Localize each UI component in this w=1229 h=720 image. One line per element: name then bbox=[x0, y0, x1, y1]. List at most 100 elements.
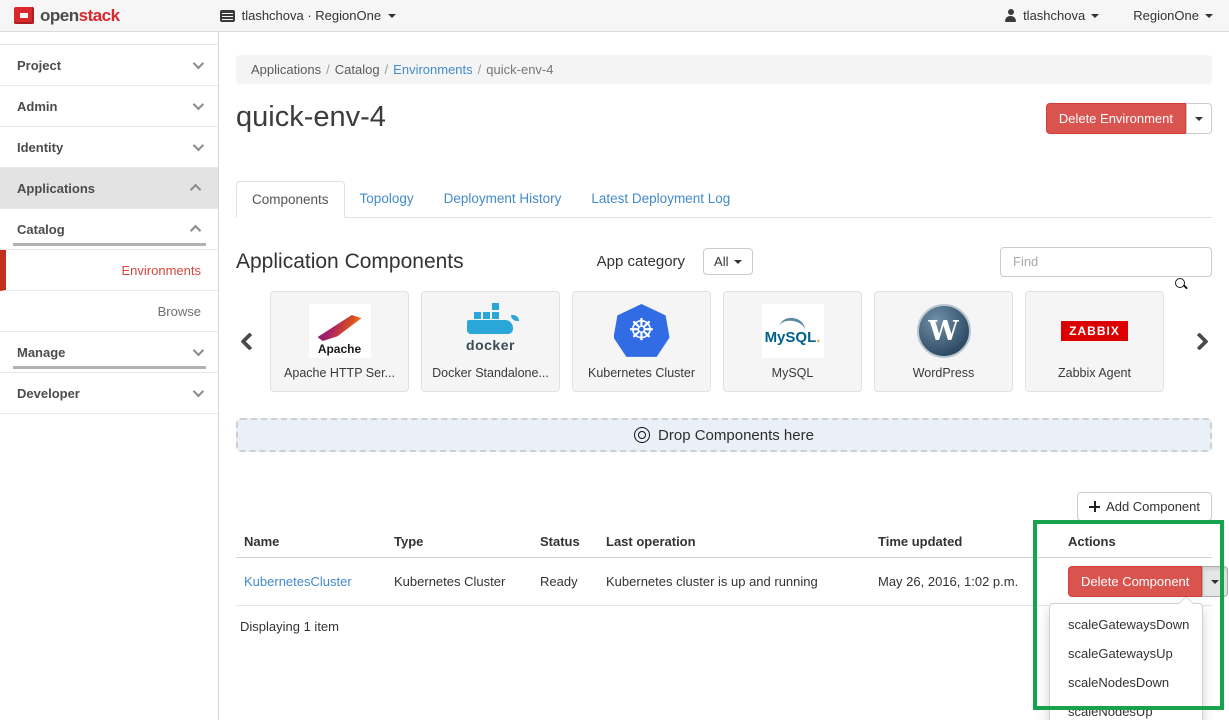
kubernetes-logo-icon: ☸ bbox=[614, 303, 670, 359]
carousel-next-button[interactable] bbox=[1186, 291, 1212, 392]
add-component-button[interactable]: Add Component bbox=[1077, 492, 1212, 521]
sidebar-item-label: Environments bbox=[122, 263, 201, 278]
page-header: quick-env-4 Delete Environment bbox=[236, 100, 1212, 134]
openstack-wordmark: openstack bbox=[40, 6, 120, 26]
component-time-updated: May 26, 2016, 1:02 p.m. bbox=[870, 558, 1060, 606]
wordpress-logo-icon: W bbox=[917, 303, 971, 359]
caret-down-icon bbox=[1091, 14, 1099, 18]
page: openstack tlashchova · RegionOne tlashch… bbox=[0, 0, 1229, 720]
caret-down-icon bbox=[1195, 117, 1203, 121]
caret-down-icon bbox=[1205, 14, 1213, 18]
caret-down-icon bbox=[388, 14, 396, 18]
component-card-zabbix[interactable]: ZABBIX Zabbix Agent bbox=[1025, 291, 1164, 392]
component-card-apache[interactable]: Apache Apache HTTP Ser... bbox=[270, 291, 409, 392]
apache-logo-icon: Apache bbox=[309, 303, 371, 359]
add-component-row: Add Component bbox=[236, 492, 1212, 521]
project-region-switcher[interactable]: tlashchova · RegionOne bbox=[220, 8, 396, 23]
sidebar-item-catalog[interactable]: Catalog bbox=[0, 209, 218, 250]
chevron-down-icon bbox=[193, 345, 204, 356]
sidebar-item-browse[interactable]: Browse bbox=[0, 291, 218, 332]
card-label: MySQL bbox=[772, 366, 814, 380]
user-menu-label: tlashchova bbox=[1023, 8, 1085, 23]
app-category-value: All bbox=[714, 254, 728, 269]
sidebar-item-applications[interactable]: Applications bbox=[0, 168, 218, 209]
components-carousel: Apache Apache HTTP Ser... docker Docker … bbox=[236, 291, 1212, 392]
tab-latest-deployment-log[interactable]: Latest Deployment Log bbox=[576, 181, 745, 218]
menu-item-scale-gateways-up[interactable]: scaleGatewaysUp bbox=[1050, 639, 1202, 668]
tab-deployment-history[interactable]: Deployment History bbox=[429, 181, 577, 218]
chevron-up-icon bbox=[190, 184, 201, 195]
chevron-down-icon bbox=[193, 58, 204, 69]
chevron-right-icon bbox=[1190, 332, 1208, 350]
sidebar-item-label: Project bbox=[17, 58, 61, 73]
component-card-mysql[interactable]: MySQL. MySQL bbox=[723, 291, 862, 392]
sidebar-item-label: Applications bbox=[17, 181, 95, 196]
sidebar-item-label: Manage bbox=[17, 345, 65, 360]
card-label: Kubernetes Cluster bbox=[588, 366, 695, 380]
section-title: Application Components bbox=[236, 250, 464, 274]
component-last-operation: Kubernetes cluster is up and running bbox=[598, 558, 870, 606]
delete-environment-button[interactable]: Delete Environment bbox=[1046, 103, 1186, 134]
zabbix-logo-icon: ZABBIX bbox=[1061, 303, 1128, 359]
sidebar-item-label: Developer bbox=[17, 386, 80, 401]
tab-components[interactable]: Components bbox=[236, 181, 345, 218]
project-region-label: tlashchova · RegionOne bbox=[242, 8, 381, 23]
chevron-down-icon bbox=[193, 386, 204, 397]
table-row: KubernetesCluster Kubernetes Cluster Rea… bbox=[236, 558, 1212, 606]
mysql-logo-icon: MySQL. bbox=[762, 303, 824, 359]
col-header-name: Name bbox=[236, 526, 386, 558]
menu-item-scale-nodes-up[interactable]: scaleNodesUp bbox=[1050, 697, 1202, 720]
docker-logo-icon: docker bbox=[466, 303, 515, 359]
user-menu[interactable]: tlashchova bbox=[1004, 8, 1099, 23]
find-input[interactable] bbox=[1000, 247, 1212, 277]
component-card-docker[interactable]: docker Docker Standalone... bbox=[421, 291, 560, 392]
sidebar-item-manage[interactable]: Manage bbox=[0, 332, 218, 373]
drop-components-zone[interactable]: Drop Components here bbox=[236, 418, 1212, 452]
sidebar-item-identity[interactable]: Identity bbox=[0, 127, 218, 168]
sidebar-item-developer[interactable]: Developer bbox=[0, 373, 218, 414]
menu-pointer bbox=[1179, 597, 1193, 604]
sidebar-item-environments[interactable]: Environments bbox=[0, 250, 218, 291]
sidebar-item-label: Catalog bbox=[17, 222, 65, 237]
openstack-logo[interactable]: openstack bbox=[0, 6, 120, 26]
carousel-cards: Apache Apache HTTP Ser... docker Docker … bbox=[270, 291, 1178, 392]
delete-environment-dropdown-toggle[interactable] bbox=[1186, 103, 1212, 134]
chevron-down-icon bbox=[193, 140, 204, 151]
components-table: Name Type Status Last operation Time upd… bbox=[236, 526, 1212, 606]
region-menu[interactable]: RegionOne bbox=[1133, 8, 1213, 23]
col-header-type: Type bbox=[386, 526, 532, 558]
search-row bbox=[236, 277, 1212, 291]
sidebar-item-project[interactable]: Project bbox=[0, 45, 218, 86]
sidebar-item-label: Admin bbox=[17, 99, 57, 114]
page-title: quick-env-4 bbox=[236, 100, 386, 134]
col-header-last-operation: Last operation bbox=[598, 526, 870, 558]
component-actions-dropdown-toggle[interactable] bbox=[1202, 566, 1228, 597]
col-header-status: Status bbox=[532, 526, 598, 558]
breadcrumb-environments-link[interactable]: Environments bbox=[393, 62, 472, 77]
component-actions-menu: scaleGatewaysDown scaleGatewaysUp scaleN… bbox=[1049, 603, 1203, 720]
table-header-row: Name Type Status Last operation Time upd… bbox=[236, 526, 1212, 558]
component-name-link[interactable]: KubernetesCluster bbox=[244, 574, 352, 589]
component-card-wordpress[interactable]: W WordPress bbox=[874, 291, 1013, 392]
tab-topology[interactable]: Topology bbox=[345, 181, 429, 218]
component-actions: Delete Component scaleGatewaysDown scale… bbox=[1068, 566, 1204, 597]
menu-item-scale-nodes-down[interactable]: scaleNodesDown bbox=[1050, 668, 1202, 697]
component-type: Kubernetes Cluster bbox=[386, 558, 532, 606]
openstack-cube-icon bbox=[14, 7, 34, 24]
component-card-kubernetes[interactable]: ☸ Kubernetes Cluster bbox=[572, 291, 711, 392]
caret-down-icon bbox=[734, 260, 742, 264]
add-component-label: Add Component bbox=[1106, 499, 1200, 514]
delete-component-button[interactable]: Delete Component bbox=[1068, 566, 1202, 597]
app-category-dropdown[interactable]: All bbox=[703, 248, 753, 275]
sidebar: Project Admin Identity Applications Cata… bbox=[0, 32, 219, 720]
sidebar-item-admin[interactable]: Admin bbox=[0, 86, 218, 127]
menu-item-scale-gateways-down[interactable]: scaleGatewaysDown bbox=[1050, 610, 1202, 639]
target-icon bbox=[634, 427, 650, 443]
card-label: Docker Standalone... bbox=[432, 366, 549, 380]
search-icon[interactable] bbox=[1174, 277, 1188, 291]
carousel-prev-button[interactable] bbox=[236, 291, 262, 392]
breadcrumb-catalog: Catalog bbox=[335, 62, 380, 77]
topbar-right: tlashchova RegionOne bbox=[1004, 8, 1229, 23]
component-status: Ready bbox=[532, 558, 598, 606]
breadcrumb-applications: Applications bbox=[251, 62, 321, 77]
